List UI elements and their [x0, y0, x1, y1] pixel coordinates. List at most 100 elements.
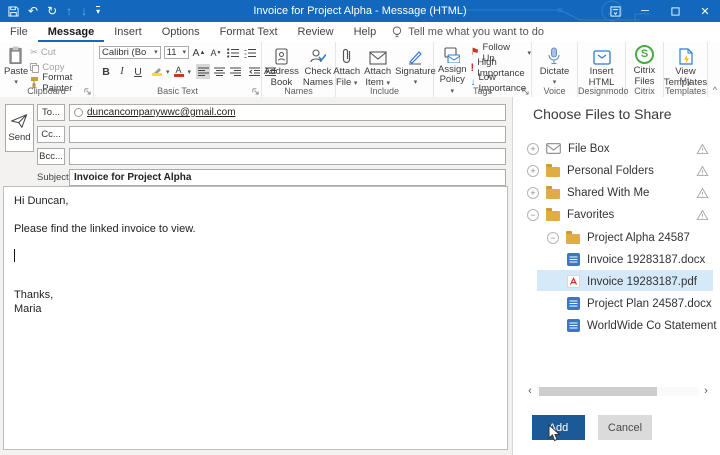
microphone-icon: [548, 45, 560, 65]
paperclip-icon: [341, 45, 353, 65]
close-button[interactable]: ✕: [690, 0, 720, 22]
check-names-icon: [309, 45, 326, 65]
collapse-icon[interactable]: −: [547, 232, 559, 244]
scrollbar-thumb[interactable]: [539, 387, 657, 396]
tree-item-personal-folders[interactable]: + Personal Folders: [527, 160, 709, 181]
ribbon-tab-row: File Message Insert Options Format Text …: [0, 22, 720, 42]
expand-icon[interactable]: +: [527, 187, 539, 199]
window-controls: ─ ✕: [600, 0, 720, 22]
underline-button[interactable]: U: [131, 64, 145, 79]
subject-label: Subject: [37, 170, 69, 185]
file-box-icon: [546, 143, 561, 154]
send-button[interactable]: Send: [5, 104, 34, 152]
clipboard-dialog-launcher-icon[interactable]: [84, 88, 91, 95]
cc-field[interactable]: [69, 126, 506, 143]
bcc-button[interactable]: Bcc...: [37, 148, 65, 165]
horizontal-scrollbar[interactable]: ‹ ›: [523, 385, 713, 397]
tags-dialog-launcher-icon[interactable]: [522, 88, 529, 95]
ribbon-display-options-icon[interactable]: [600, 0, 630, 22]
folder-icon: [546, 211, 560, 221]
decrease-indent-button[interactable]: [247, 64, 261, 79]
font-name-select[interactable]: Calibri (Bo▾: [99, 46, 161, 59]
font-color-dropdown-icon[interactable]: ▾: [188, 68, 192, 76]
outlook-message-window: ↶ ↻ ↑ ↓ ▾ Invoice for Project Alpha - Me…: [0, 0, 720, 455]
recipient-address[interactable]: duncancompanywwc@gmail.com: [87, 107, 236, 118]
tab-options[interactable]: Options: [152, 22, 210, 42]
basic-text-dialog-launcher-icon[interactable]: [252, 88, 259, 95]
bullets-button[interactable]: [226, 45, 240, 60]
shrink-font-button[interactable]: A▼: [209, 45, 223, 60]
scroll-left-icon[interactable]: ‹: [523, 385, 537, 397]
message-body[interactable]: Hi Duncan, Please find the linked invoic…: [3, 186, 508, 450]
scroll-right-icon[interactable]: ›: [699, 385, 713, 397]
tab-insert[interactable]: Insert: [104, 22, 152, 42]
collapse-icon[interactable]: −: [527, 209, 539, 221]
tree-item-invoice-docx[interactable]: Invoice 19283187.docx: [567, 249, 713, 270]
subject-field[interactable]: Invoice for Project Alpha: [69, 169, 506, 186]
tab-file[interactable]: File: [0, 22, 38, 42]
align-center-button[interactable]: [212, 64, 226, 79]
assign-policy-icon: [444, 45, 460, 63]
paste-icon: [8, 45, 24, 65]
group-voice: Dictate ▾ Voice: [532, 42, 578, 97]
folder-icon: [546, 189, 560, 199]
tree-item-file-box[interactable]: + File Box: [527, 138, 709, 159]
presence-icon: [74, 108, 83, 117]
italic-button[interactable]: I: [115, 64, 129, 79]
view-templates-icon: [679, 45, 693, 65]
warning-icon: [696, 165, 709, 177]
ribbon: Paste ▾ ✂ Cut Copy Form: [0, 42, 720, 98]
send-plane-icon: [10, 113, 29, 129]
expand-icon[interactable]: +: [527, 165, 539, 177]
font-size-select[interactable]: 11▾: [164, 46, 189, 59]
add-button[interactable]: Add: [532, 415, 585, 440]
tree-item-project-plan-docx[interactable]: Project Plan 24587.docx: [567, 293, 713, 314]
tab-review[interactable]: Review: [288, 22, 344, 42]
cancel-button[interactable]: Cancel: [598, 415, 652, 440]
tree-item-invoice-pdf[interactable]: Invoice 19283187.pdf: [567, 271, 713, 292]
tab-help[interactable]: Help: [344, 22, 387, 42]
maximize-button[interactable]: [660, 0, 690, 22]
to-button[interactable]: To...: [37, 104, 65, 121]
word-doc-icon: [567, 319, 580, 332]
envelope-icon: [369, 45, 387, 65]
minimize-button[interactable]: ─: [630, 0, 660, 22]
word-doc-icon: [567, 297, 580, 310]
warning-icon: [696, 187, 709, 199]
insert-html-icon: [593, 45, 611, 65]
tell-me-box[interactable]: Tell me what you want to do: [392, 26, 544, 39]
highlight-button[interactable]: [150, 64, 164, 79]
signature-pen-icon: [407, 45, 423, 65]
pdf-icon: [567, 275, 580, 288]
group-clipboard: Paste ▾ ✂ Cut Copy Form: [0, 42, 94, 97]
tell-me-label: Tell me what you want to do: [408, 26, 544, 38]
title-bar: ↶ ↻ ↑ ↓ ▾ Invoice for Project Alpha - Me…: [0, 0, 720, 22]
group-include: Attach File ▾ Attach Item ▾ Signature ▾ …: [336, 42, 434, 97]
font-color-button[interactable]: A: [172, 64, 186, 79]
tab-format-text[interactable]: Format Text: [210, 22, 288, 42]
tree-item-shared-with-me[interactable]: + Shared With Me: [527, 182, 709, 203]
align-left-button[interactable]: [196, 64, 210, 79]
warning-icon: [696, 143, 709, 155]
scrollbar-track[interactable]: [537, 387, 699, 396]
collapse-ribbon-area: ^: [708, 42, 720, 97]
highlight-dropdown-icon[interactable]: ▾: [166, 68, 170, 76]
numbering-button[interactable]: [243, 45, 257, 60]
grow-font-button[interactable]: A▲: [192, 45, 206, 60]
tree-item-statement-of-work[interactable]: WorldWide Co Statement of Work: [567, 315, 717, 336]
expand-icon[interactable]: +: [527, 143, 539, 155]
citrix-files-icon: S: [635, 45, 654, 64]
to-field[interactable]: duncancompanywwc@gmail.com: [69, 104, 506, 121]
tree-item-project-alpha-folder[interactable]: − Project Alpha 24587: [547, 227, 709, 248]
bold-button[interactable]: B: [99, 64, 113, 79]
body-signature: Maria: [14, 303, 42, 315]
tab-message[interactable]: Message: [38, 22, 104, 42]
collapse-ribbon-icon[interactable]: ^: [713, 85, 717, 95]
bcc-field[interactable]: [69, 148, 506, 165]
align-right-button[interactable]: [228, 64, 242, 79]
tree-item-favorites[interactable]: − Favorites: [527, 204, 709, 225]
group-tags: Assign Policy ▾ ⚑ Follow Up ▾ ! High Imp…: [434, 42, 532, 97]
word-doc-icon: [567, 253, 580, 266]
pane-title: Choose Files to Share: [533, 106, 672, 122]
cc-button[interactable]: Cc...: [37, 126, 65, 143]
